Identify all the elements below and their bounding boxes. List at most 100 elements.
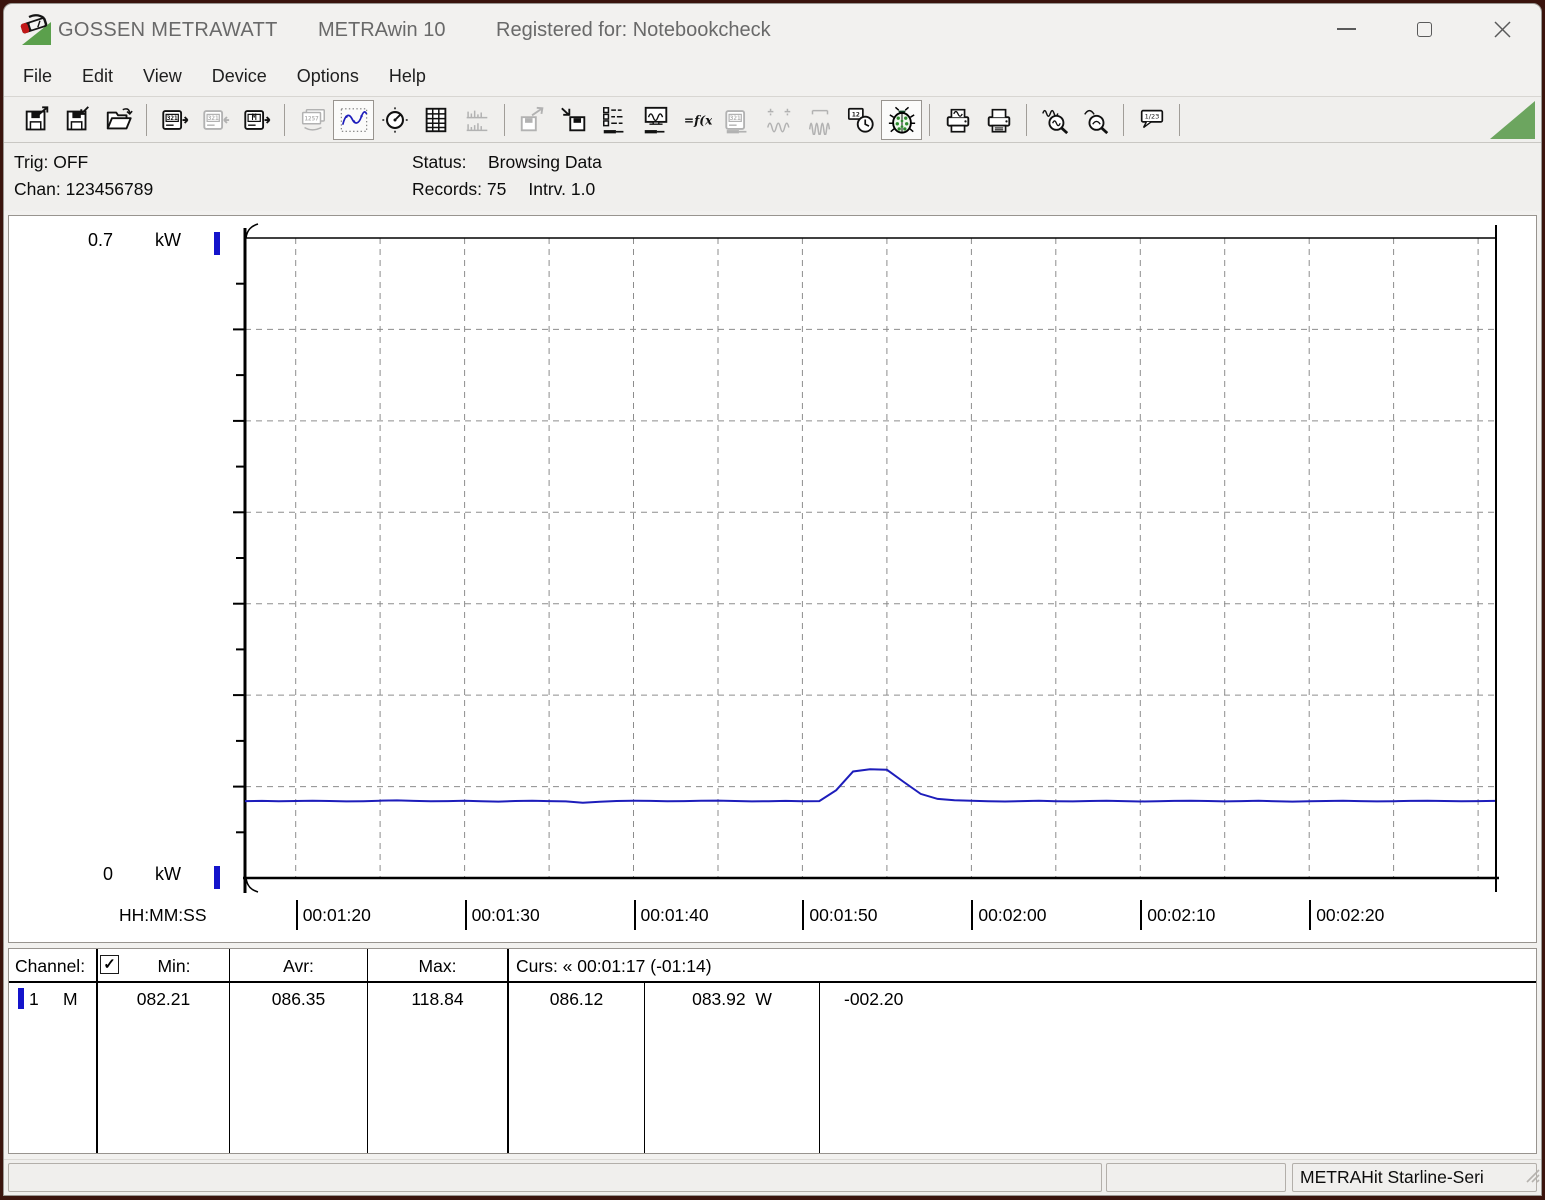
brand-title: GOSSEN METRAWATT	[58, 19, 278, 41]
toolbar-separator	[504, 103, 505, 136]
menu-file[interactable]: File	[8, 56, 67, 96]
cursor-left-marker-top	[245, 223, 259, 239]
menu-view[interactable]: View	[128, 56, 197, 96]
menu-device[interactable]: Device	[197, 56, 282, 96]
analog-view-button[interactable]	[374, 100, 415, 140]
toolbar-corner-triangle	[1490, 101, 1535, 139]
app-title: METRAwin 10	[318, 19, 446, 41]
svg-text:321: 321	[166, 115, 177, 122]
device-read-icon: 321	[161, 109, 188, 130]
records-line: Records: 75 Intrv. 1.0	[412, 176, 602, 203]
annotation-button[interactable]: 1/23	[1131, 100, 1172, 140]
zoom-out-button[interactable]	[1075, 100, 1116, 140]
svg-text:321: 321	[729, 115, 740, 122]
statusbar: METRAHit Starline-Seri	[4, 1159, 1541, 1195]
channel1-row-marker	[18, 988, 24, 1009]
status-line: Status: Browsing Data	[412, 149, 602, 176]
cursor-left-marker-bottom	[245, 877, 259, 893]
print-button[interactable]	[978, 100, 1019, 140]
line-chart-view-button[interactable]	[333, 99, 374, 140]
data-import-icon	[560, 107, 585, 131]
avr-column-header: Avr:	[283, 956, 314, 976]
svg-text:=f(x): =f(x)	[683, 113, 711, 127]
chan-label: Chan:	[14, 179, 61, 199]
svg-text:1/23: 1/23	[1144, 112, 1159, 120]
statusbar-device-panel: METRAHit Starline-Seri	[1292, 1163, 1537, 1192]
menubar: File Edit View Device Options Help	[4, 56, 1541, 96]
window-controls	[1307, 4, 1541, 54]
interval-value: 1.0	[570, 179, 596, 199]
maximize-button[interactable]	[1385, 4, 1463, 54]
toolbar-separator	[1179, 103, 1180, 136]
toolbar-separator	[1026, 103, 1027, 136]
monitor-config-button[interactable]	[635, 100, 676, 140]
memory-read-icon: M	[243, 109, 270, 130]
formula-button[interactable]: =f(x)	[676, 100, 717, 140]
trig-label: Trig:	[14, 152, 49, 172]
x-axis-tick-label: 00:01:20	[295, 900, 371, 930]
channel-statistics-table: Channel: ✓ Min: Avr: Max: Curs: « 00:01:…	[8, 948, 1537, 1154]
debug-bug-button[interactable]	[881, 99, 922, 140]
app-window: GOSSEN METRAWATT METRAwin 10 Registered …	[3, 3, 1542, 1196]
file-save-import-icon	[66, 105, 89, 130]
menu-options[interactable]: Options	[282, 56, 374, 96]
table-divider	[819, 983, 820, 1153]
analog-view-icon	[381, 106, 408, 133]
debug-bug-icon	[888, 106, 915, 134]
histogram-view-icon	[466, 110, 487, 131]
file-open-button[interactable]	[98, 100, 139, 140]
channel-config-icon	[602, 106, 623, 133]
channel1-marker-top	[214, 232, 220, 255]
data-import-button[interactable]	[553, 100, 594, 140]
acquisition-status-panel: Trig: OFF Chan: 123456789 Status: Browsin…	[4, 143, 1541, 211]
resize-grip[interactable]	[1524, 1167, 1540, 1183]
x-axis-tick-label: 00:02:20	[1309, 900, 1384, 930]
minimize-button[interactable]	[1307, 4, 1385, 54]
envelope-wave-icon	[808, 109, 830, 135]
file-open-icon	[106, 107, 133, 129]
records-label: Records:	[412, 179, 483, 199]
menu-edit[interactable]: Edit	[67, 56, 128, 96]
x-axis-tick-label: 00:02:00	[971, 900, 1047, 930]
x-axis-tick-label: 00:01:30	[464, 900, 540, 930]
channel-mode: M	[63, 989, 78, 1009]
file-save-export-button[interactable]	[16, 100, 57, 140]
trigger-wave-icon	[766, 108, 790, 132]
menu-help[interactable]: Help	[374, 56, 441, 96]
channel-config-button[interactable]	[594, 100, 635, 140]
svg-text:12: 12	[851, 110, 859, 118]
min-column-header: Min:	[157, 956, 191, 976]
table-view-button[interactable]	[415, 100, 456, 140]
device-config-icon: 321	[724, 109, 746, 133]
toolbar-separator	[929, 103, 930, 136]
trigger-status: Trig: OFF	[14, 149, 153, 176]
channel-visible-checkbox[interactable]: ✓	[100, 955, 119, 974]
chart-plot-area[interactable]	[9, 216, 1536, 942]
registration-text: Registered for: Notebookcheck	[496, 19, 771, 41]
trigger-channel-status: Trig: OFF Chan: 123456789	[14, 149, 153, 203]
y-axis-unit-bottom: kW	[155, 864, 181, 884]
memory-read-button[interactable]: M	[236, 100, 277, 140]
svg-text:M: M	[251, 112, 256, 122]
trig-value: OFF	[53, 152, 89, 172]
channel-status: Chan: 123456789	[14, 176, 153, 203]
clock-device-button[interactable]: 12	[840, 100, 881, 140]
close-icon	[1493, 20, 1511, 38]
multi-display-icon: 1257	[301, 108, 325, 131]
interval-label: Intrv.	[528, 179, 566, 199]
device-read-button[interactable]: 321	[154, 100, 195, 140]
desktop: { "titlebar": { "brand": "GOSSEN METRAWA…	[0, 0, 1545, 1200]
file-save-import-button[interactable]	[57, 100, 98, 140]
recording-status: Status: Browsing Data Records: 75 Intrv. 1…	[412, 149, 602, 203]
zoom-in-button[interactable]	[1034, 100, 1075, 140]
formula-icon: =f(x)	[683, 113, 711, 127]
x-axis-tick-label: 00:01:50	[802, 900, 878, 930]
annotation-icon: 1/23	[1140, 109, 1163, 128]
min-value: 082.21	[136, 989, 191, 1009]
print-preview-button[interactable]	[937, 100, 978, 140]
close-button[interactable]	[1463, 4, 1541, 54]
zoom-in-icon	[1041, 109, 1068, 134]
cursor-b-value: 083.92 W	[645, 985, 819, 1013]
x-axis-tick-label: 00:01:40	[633, 900, 709, 930]
table-header-separator	[9, 981, 1536, 983]
